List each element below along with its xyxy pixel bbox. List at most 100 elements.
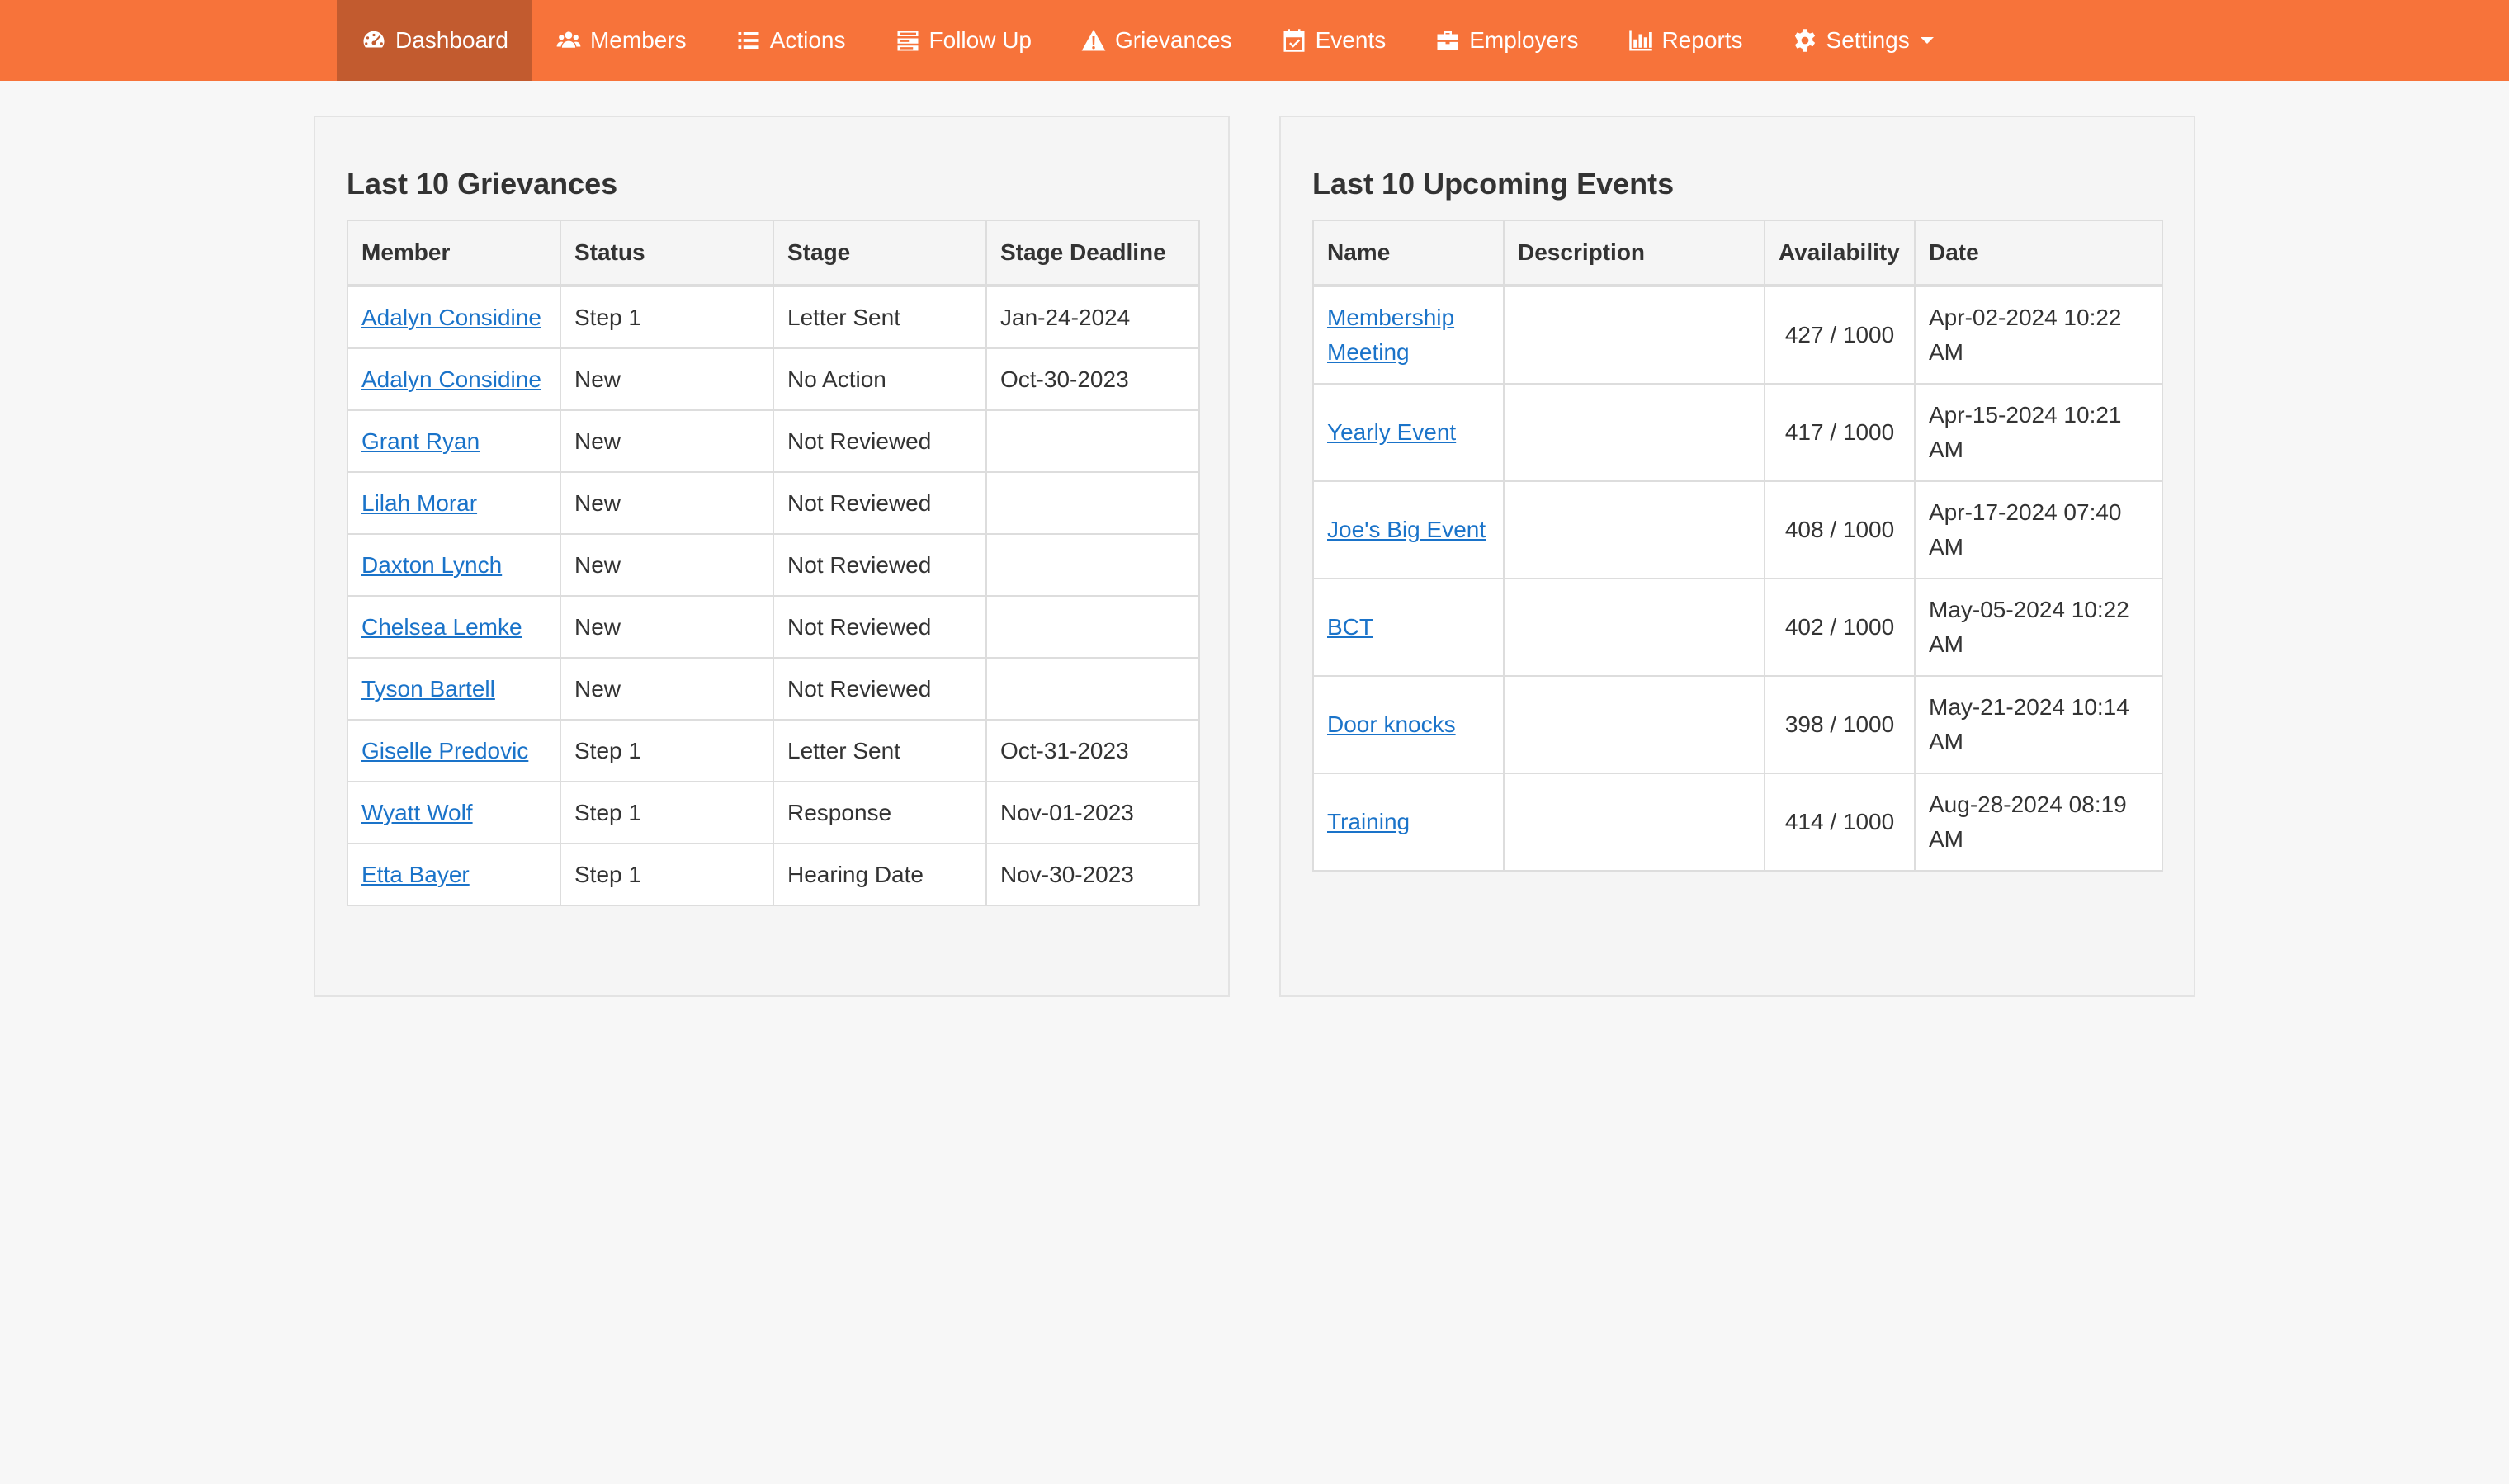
event-link[interactable]: Training (1327, 809, 1410, 834)
nav-label: Members (589, 27, 687, 53)
nav-label: Settings (1826, 27, 1910, 53)
member-link[interactable]: Lilah Morar (361, 490, 477, 516)
member-link[interactable]: Adalyn Considine (361, 366, 541, 392)
member-cell: Etta Bayer (347, 843, 561, 906)
status-cell: New (560, 533, 774, 597)
table-row: Training 414 / 1000 Aug-28-2024 08:19 AM (1312, 773, 2163, 872)
gear-icon (1794, 29, 1815, 52)
caret-down-icon (1920, 37, 1934, 44)
nav-menu: Dashboard Members Actions Follow Up Grie… (337, 0, 1959, 81)
date-cell: Apr-17-2024 07:40 AM (1914, 480, 2163, 579)
table-header-row: Name Description Availability Date (1312, 220, 2163, 287)
description-cell (1503, 480, 1765, 579)
nav-label: Dashboard (395, 27, 508, 53)
table-row: Wyatt Wolf Step 1 Response Nov-01-2023 (347, 781, 1200, 844)
column-header-date[interactable]: Date (1914, 220, 2163, 287)
member-cell: Tyson Bartell (347, 657, 561, 721)
event-name-cell: BCT (1312, 578, 1505, 677)
nav-employers[interactable]: Employers (1410, 0, 1603, 81)
member-link[interactable]: Tyson Bartell (361, 676, 495, 702)
grievances-table: Member Status Stage Stage Deadline Adaly… (347, 220, 1200, 906)
column-header-stage-deadline[interactable]: Stage Deadline (985, 220, 1200, 287)
grievances-title: Last 10 Grievances (347, 167, 618, 201)
nav-label: Actions (769, 27, 846, 53)
table-row: Door knocks 398 / 1000 May-21-2024 10:14 A… (1312, 675, 2163, 774)
events-body: Membership Meeting 427 / 1000 Apr-02-2024 … (1312, 285, 2163, 872)
stage-cell: Not Reviewed (773, 533, 987, 597)
member-link[interactable]: Wyatt Wolf (361, 800, 473, 825)
table-row: Daxton Lynch New Not Reviewed (347, 533, 1200, 597)
nav-grievances[interactable]: Grievances (1056, 0, 1257, 81)
stage-deadline-cell (985, 533, 1200, 597)
table-row: Adalyn Considine Step 1 Letter Sent Jan-24-… (347, 285, 1200, 349)
tasks-icon (897, 31, 919, 51)
member-cell: Daxton Lynch (347, 533, 561, 597)
table-row: BCT 402 / 1000 May-05-2024 10:22 AM (1312, 578, 2163, 677)
nav-settings[interactable]: Settings (1768, 0, 1959, 81)
member-cell: Grant Ryan (347, 409, 561, 473)
table-row: Tyson Bartell New Not Reviewed (347, 657, 1200, 721)
nav-label: Events (1315, 27, 1387, 53)
nav-reports[interactable]: Reports (1604, 0, 1768, 81)
stage-cell: Not Reviewed (773, 595, 987, 659)
member-link[interactable]: Giselle Predovic (361, 738, 528, 763)
nav-dashboard[interactable]: Dashboard (337, 0, 532, 81)
description-cell (1503, 675, 1765, 774)
availability-cell: 414 / 1000 (1764, 773, 1916, 872)
table-row: Adalyn Considine New No Action Oct-30-2023 (347, 347, 1200, 411)
calendar-check-icon (1283, 29, 1305, 52)
status-cell: New (560, 657, 774, 721)
stage-cell: Response (773, 781, 987, 844)
member-link[interactable]: Etta Bayer (361, 862, 470, 887)
column-header-stage[interactable]: Stage (773, 220, 987, 287)
description-cell (1503, 383, 1765, 482)
member-link[interactable]: Chelsea Lemke (361, 614, 522, 640)
table-row: Membership Meeting 427 / 1000 Apr-02-2024 … (1312, 285, 2163, 385)
date-cell: Aug-28-2024 08:19 AM (1914, 773, 2163, 872)
status-cell: New (560, 471, 774, 535)
status-cell: Step 1 (560, 285, 774, 349)
column-header-availability[interactable]: Availability (1764, 220, 1916, 287)
event-link[interactable]: Yearly Event (1327, 419, 1456, 445)
event-link[interactable]: Joe's Big Event (1327, 517, 1486, 542)
event-name-cell: Training (1312, 773, 1505, 872)
member-cell: Lilah Morar (347, 471, 561, 535)
nav-label: Employers (1469, 27, 1579, 53)
column-header-name[interactable]: Name (1312, 220, 1505, 287)
column-header-status[interactable]: Status (560, 220, 774, 287)
event-link[interactable]: Membership Meeting (1327, 305, 1454, 365)
member-cell: Adalyn Considine (347, 347, 561, 411)
stage-deadline-cell (985, 595, 1200, 659)
table-row: Lilah Morar New Not Reviewed (347, 471, 1200, 535)
events-table: Name Description Availability Date Membe… (1312, 220, 2163, 872)
date-cell: Apr-15-2024 10:21 AM (1914, 383, 2163, 482)
member-cell: Giselle Predovic (347, 719, 561, 782)
table-row: Yearly Event 417 / 1000 Apr-15-2024 10:21 … (1312, 383, 2163, 482)
availability-cell: 427 / 1000 (1764, 285, 1916, 385)
member-link[interactable]: Daxton Lynch (361, 552, 502, 578)
table-row: Grant Ryan New Not Reviewed (347, 409, 1200, 473)
member-cell: Chelsea Lemke (347, 595, 561, 659)
stage-cell: Letter Sent (773, 719, 987, 782)
table-row: Joe's Big Event 408 / 1000 Apr-17-2024 07:… (1312, 480, 2163, 579)
member-link[interactable]: Adalyn Considine (361, 305, 541, 330)
date-cell: May-05-2024 10:22 AM (1914, 578, 2163, 677)
stage-cell: Not Reviewed (773, 409, 987, 473)
stage-deadline-cell: Oct-30-2023 (985, 347, 1200, 411)
list-icon (738, 32, 759, 49)
events-title: Last 10 Upcoming Events (1312, 167, 1675, 201)
nav-members[interactable]: Members (532, 0, 711, 81)
member-link[interactable]: Grant Ryan (361, 428, 480, 454)
column-header-member[interactable]: Member (347, 220, 561, 287)
stage-cell: Not Reviewed (773, 471, 987, 535)
status-cell: Step 1 (560, 781, 774, 844)
event-link[interactable]: BCT (1327, 614, 1373, 640)
event-link[interactable]: Door knocks (1327, 711, 1456, 737)
event-name-cell: Joe's Big Event (1312, 480, 1505, 579)
nav-follow-up[interactable]: Follow Up (871, 0, 1056, 81)
column-header-description[interactable]: Description (1503, 220, 1765, 287)
nav-actions[interactable]: Actions (711, 0, 871, 81)
member-cell: Adalyn Considine (347, 285, 561, 349)
date-cell: Apr-02-2024 10:22 AM (1914, 285, 2163, 385)
nav-events[interactable]: Events (1257, 0, 1411, 81)
